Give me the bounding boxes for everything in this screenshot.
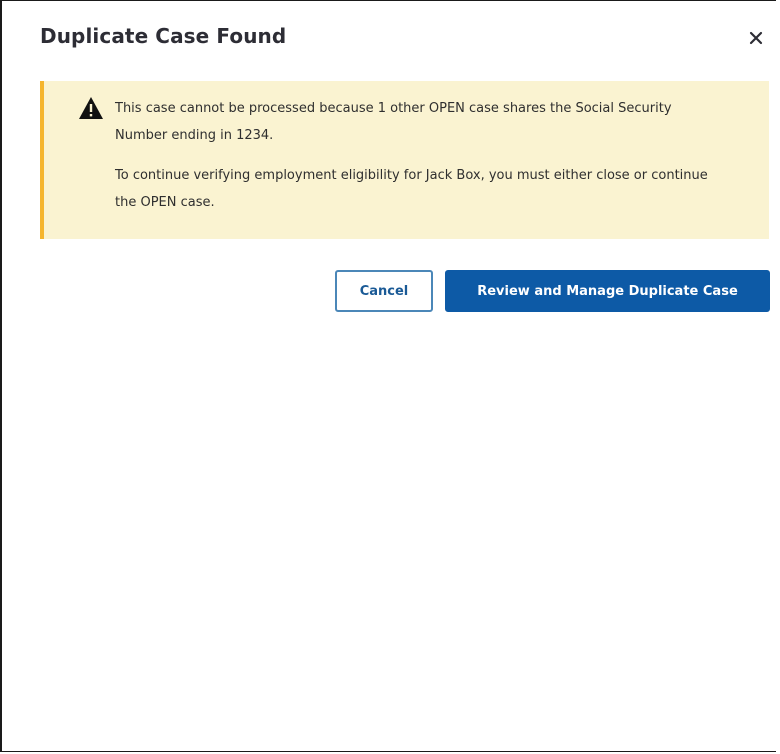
cancel-button[interactable]: Cancel: [335, 270, 433, 312]
alert-message: This case cannot be processed because 1 …: [115, 95, 715, 216]
alert-message-secondary: To continue verifying employment eligibi…: [115, 168, 708, 210]
warning-triangle-icon: [79, 97, 103, 119]
close-icon: [749, 31, 763, 45]
duplicate-case-dialog: Duplicate Case Found This case cannot be…: [20, 2, 778, 330]
review-duplicate-case-button[interactable]: Review and Manage Duplicate Case: [445, 270, 770, 312]
close-button[interactable]: [742, 24, 770, 52]
alert-message-primary: This case cannot be processed because 1 …: [115, 101, 672, 143]
dialog-title: Duplicate Case Found: [40, 24, 287, 48]
warning-alert: This case cannot be processed because 1 …: [40, 81, 769, 239]
